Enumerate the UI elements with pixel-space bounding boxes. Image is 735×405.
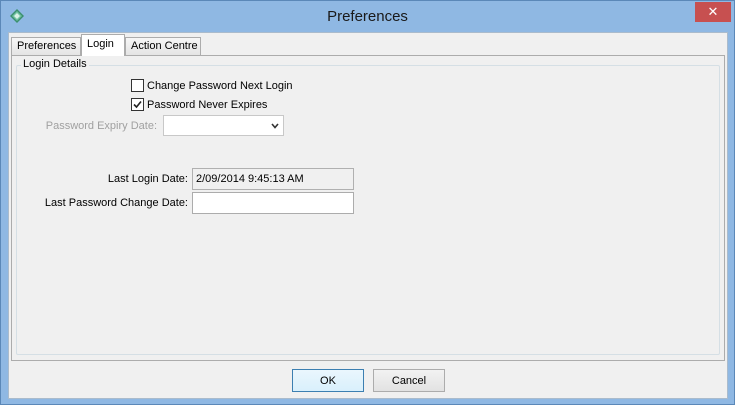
change-password-next-login-checkbox[interactable]: Change Password Next Login bbox=[131, 79, 293, 92]
last-login-date-label: Last Login Date: bbox=[107, 173, 188, 185]
preferences-window: Preferences ✕ Preferences Login Action C… bbox=[0, 0, 735, 405]
password-expiry-date-label: Password Expiry Date: bbox=[45, 120, 157, 132]
window-title: Preferences bbox=[327, 8, 408, 25]
cancel-button[interactable]: Cancel bbox=[373, 369, 445, 392]
login-details-group bbox=[16, 65, 720, 355]
checkbox-checked-icon[interactable] bbox=[131, 98, 144, 111]
group-label: Login Details bbox=[21, 58, 89, 70]
password-never-expires-label: Password Never Expires bbox=[147, 98, 268, 111]
change-password-next-login-label: Change Password Next Login bbox=[147, 79, 293, 92]
tab-action-centre[interactable]: Action Centre bbox=[125, 37, 201, 56]
last-password-change-date-label: Last Password Change Date: bbox=[44, 197, 188, 209]
close-button[interactable]: ✕ bbox=[695, 2, 731, 22]
tab-preferences[interactable]: Preferences bbox=[11, 37, 81, 56]
chevron-down-icon bbox=[271, 121, 279, 129]
tab-login[interactable]: Login bbox=[81, 34, 125, 56]
title-bar[interactable]: Preferences ✕ bbox=[1, 1, 734, 32]
password-expiry-date-dropdown[interactable] bbox=[163, 115, 284, 136]
dialog-body: Preferences Login Action Centre Login De… bbox=[8, 32, 728, 399]
password-never-expires-checkbox[interactable]: Password Never Expires bbox=[131, 98, 267, 111]
last-login-date-field[interactable]: 2/09/2014 9:45:13 AM bbox=[192, 168, 354, 190]
login-tab-panel: Login Details Change Password Next Login… bbox=[11, 55, 725, 361]
checkbox-unchecked-icon[interactable] bbox=[131, 79, 144, 92]
close-icon: ✕ bbox=[707, 4, 719, 19]
last-password-change-date-field[interactable] bbox=[192, 192, 354, 214]
ok-button[interactable]: OK bbox=[292, 369, 364, 392]
